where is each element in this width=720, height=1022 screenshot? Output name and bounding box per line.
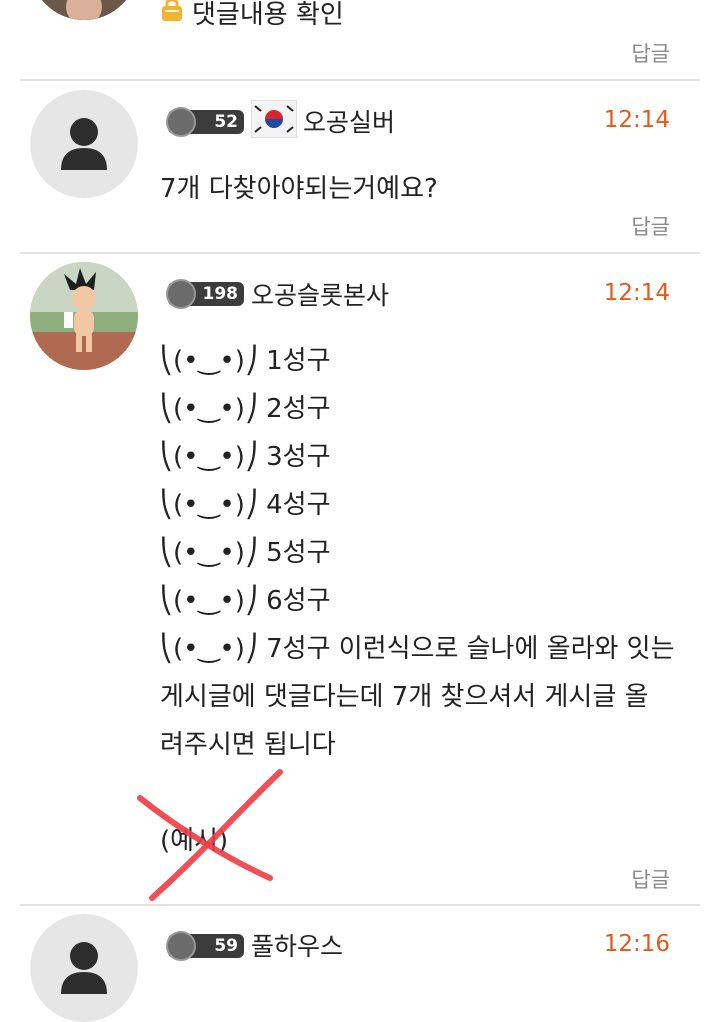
avatar[interactable] <box>30 90 138 198</box>
comment-text: 7개 다찾아야되는거예요? <box>160 174 438 204</box>
hidden-comment-text[interactable]: 댓글내용 확인 <box>192 0 344 31</box>
comment-time: 12:14 <box>603 280 670 306</box>
comment-line: ⎝(•‿•)⎠ 1성구 <box>160 346 331 376</box>
level-emblem-icon <box>166 931 196 961</box>
comment-line: ⎝(•‿•)⎠ 6성구 <box>160 586 331 616</box>
username[interactable]: 풀하우스 <box>251 927 343 963</box>
comment-line: 게시글에 댓글다는데 7개 찾으셔서 게시글 올 <box>160 682 649 712</box>
comment-line: ⎝(•‿•)⎠ 3성구 <box>160 442 331 472</box>
avatar[interactable] <box>30 262 138 370</box>
comment-line: ⎝(•‿•)⎠ 4성구 <box>160 490 331 520</box>
username[interactable]: 오공실버 <box>303 103 395 139</box>
level-badge: 52 <box>166 107 244 137</box>
level-badge: 59 <box>166 931 244 961</box>
divider <box>20 252 700 254</box>
reply-button[interactable]: 답글 <box>631 864 670 894</box>
comment-time: 12:14 <box>603 107 670 133</box>
default-user-icon <box>61 942 107 994</box>
level-emblem-icon <box>166 107 196 137</box>
lock-icon <box>160 0 184 22</box>
comment-line: ⎝(•‿•)⎠ 2성구 <box>160 394 331 424</box>
comment-line: ⎝(•‿•)⎠ 7성구 이런식으로 슬나에 올라와 잇는 <box>160 634 675 664</box>
level-badge: 198 <box>166 279 244 309</box>
username[interactable]: 오공슬롯본사 <box>251 276 389 312</box>
avatar[interactable] <box>30 914 138 1022</box>
default-user-icon <box>61 118 107 170</box>
divider <box>20 904 700 906</box>
reply-button[interactable]: 답글 <box>631 211 670 241</box>
korea-flag-icon <box>250 99 298 139</box>
divider <box>20 79 700 81</box>
level-emblem-icon <box>166 279 196 309</box>
reply-button[interactable]: 답글 <box>631 38 670 68</box>
comment-time: 12:16 <box>603 931 670 957</box>
avatar[interactable] <box>30 0 138 20</box>
red-x-mark <box>130 760 300 910</box>
comment-line: 려주시면 됩니다 <box>160 730 336 760</box>
comment-line: ⎝(•‿•)⎠ 5성구 <box>160 538 331 568</box>
